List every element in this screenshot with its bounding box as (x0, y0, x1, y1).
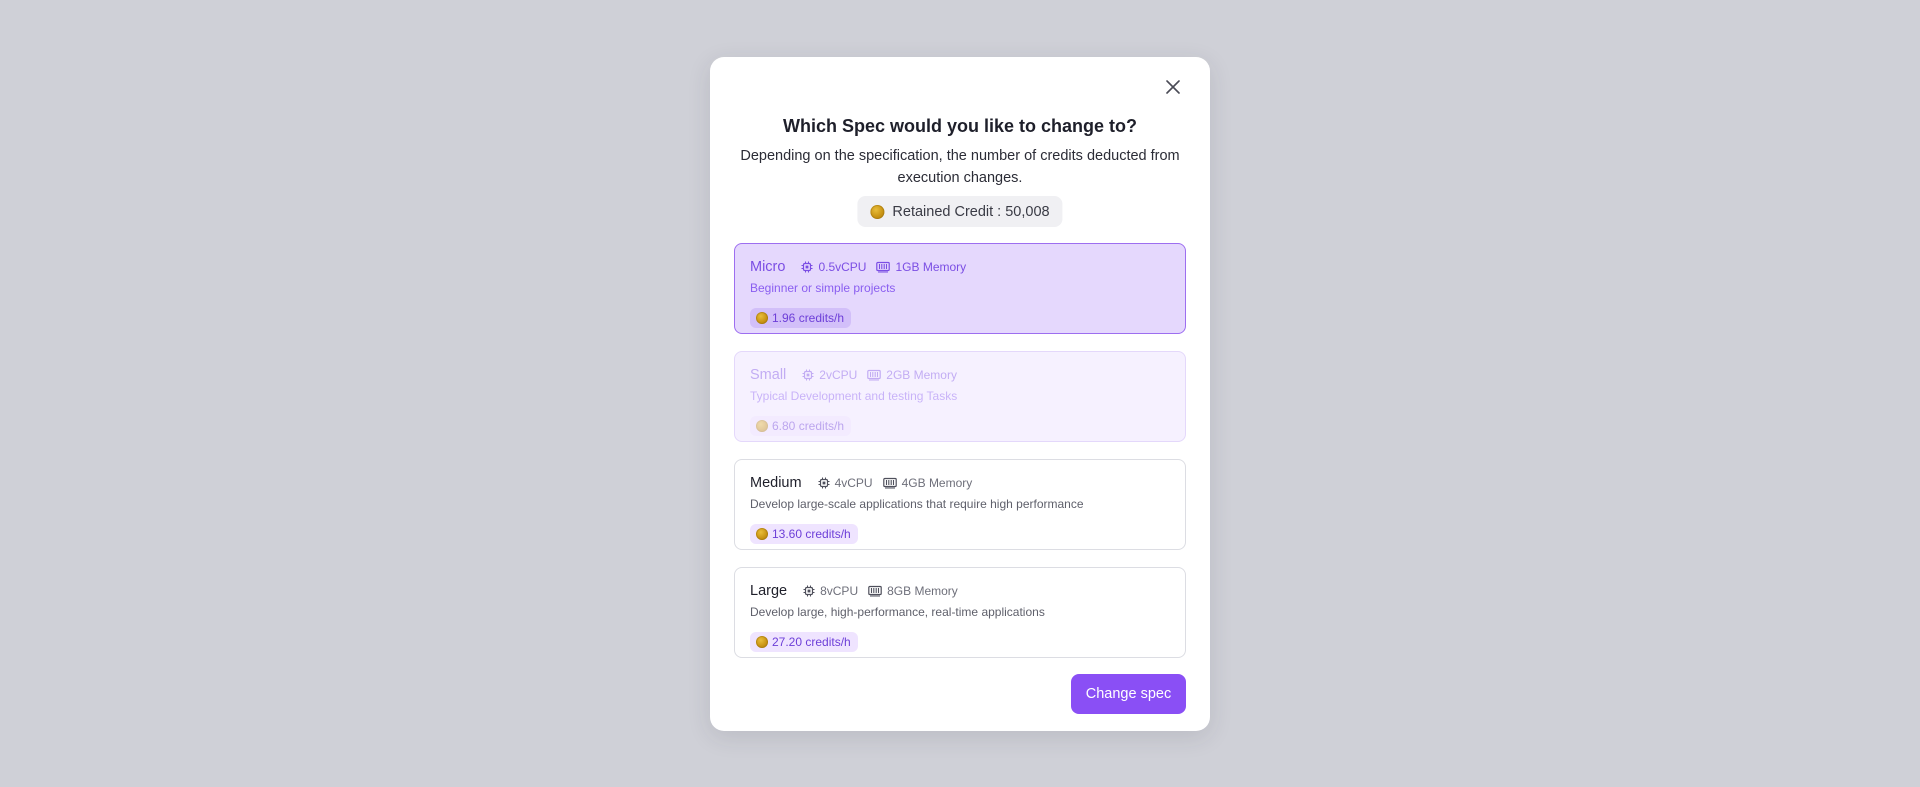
coin-icon (756, 420, 768, 432)
spec-rate-label: 6.80 credits/h (772, 419, 845, 433)
spec-cpu-label: 8vCPU (820, 584, 859, 598)
close-icon (1166, 80, 1180, 94)
spec-name: Medium (750, 475, 802, 491)
spec-memory-label: 1GB Memory (895, 260, 967, 274)
spec-cpu-label: 0.5vCPU (818, 260, 867, 274)
spec-rate-label: 1.96 credits/h (772, 311, 845, 325)
modal-subtitle: Depending on the specification, the numb… (740, 148, 1180, 186)
memory-icon (882, 477, 897, 489)
modal-title: Which Spec would you like to change to? (782, 116, 1138, 136)
spec-memory-label: 8GB Memory (887, 584, 958, 598)
spec-memory-label: 2GB Memory (886, 368, 957, 382)
change-spec-button[interactable]: Change spec (1071, 674, 1186, 714)
spec-option-micro[interactable]: Micro 0.5vCPU 1GB Memory Beginner or sim… (734, 243, 1186, 334)
spec-cpu: 0.5vCPU (801, 260, 866, 274)
change-spec-modal: Which Spec would you like to change to? … (710, 57, 1210, 731)
spec-options-list: Micro 0.5vCPU 1GB Memory Beginner or sim… (734, 243, 1186, 658)
spec-option-small: Small 2vCPU 2GB Memory Typical Developme… (734, 351, 1186, 442)
spec-rate-badge: 6.80 credits/h (750, 416, 852, 436)
coin-icon (756, 528, 768, 540)
spec-name: Micro (750, 259, 786, 275)
cpu-chip-icon (818, 477, 830, 489)
spec-description: Develop large, high-performance, real-ti… (750, 605, 1045, 619)
spec-memory: 4GB Memory (882, 476, 973, 490)
spec-cpu-label: 2vCPU (819, 368, 858, 382)
spec-rate-label: 13.60 credits/h (772, 527, 851, 541)
spec-cpu: 4vCPU (818, 476, 873, 490)
close-button[interactable] (1160, 74, 1186, 100)
memory-icon (868, 585, 882, 597)
spec-rate-badge: 1.96 credits/h (750, 308, 852, 328)
spec-rate-label: 27.20 credits/h (772, 635, 851, 649)
spec-description: Typical Development and testing Tasks (750, 389, 958, 403)
memory-icon (867, 369, 882, 381)
spec-option-large[interactable]: Large 8vCPU 8GB Memory Develop large, hi… (734, 567, 1186, 658)
cpu-chip-icon (801, 261, 813, 273)
coin-icon (756, 312, 768, 324)
spec-description: Beginner or simple projects (750, 281, 896, 295)
spec-cpu: 8vCPU (803, 584, 858, 598)
spec-cpu-label: 4vCPU (834, 476, 873, 490)
cpu-chip-icon (803, 585, 815, 597)
memory-icon (876, 261, 891, 273)
coin-icon (756, 636, 768, 648)
spec-memory: 1GB Memory (876, 260, 966, 274)
spec-rate-badge: 13.60 credits/h (750, 524, 858, 544)
spec-memory-label: 4GB Memory (901, 476, 973, 490)
spec-name: Large (750, 583, 788, 599)
spec-name: Small (750, 367, 787, 383)
coin-icon (870, 204, 885, 219)
retained-credit-badge: Retained Credit : 50,008 (857, 196, 1063, 227)
retained-credit-label: Retained Credit : 50,008 (892, 203, 1050, 220)
spec-memory: 8GB Memory (868, 584, 958, 598)
spec-cpu: 2vCPU (802, 368, 857, 382)
spec-option-medium[interactable]: Medium 4vCPU 4GB Memory Develop large-sc… (734, 459, 1186, 550)
spec-memory: 2GB Memory (867, 368, 957, 382)
spec-rate-badge: 27.20 credits/h (750, 632, 858, 652)
cpu-chip-icon (802, 369, 814, 381)
spec-description: Develop large-scale applications that re… (750, 497, 1084, 511)
